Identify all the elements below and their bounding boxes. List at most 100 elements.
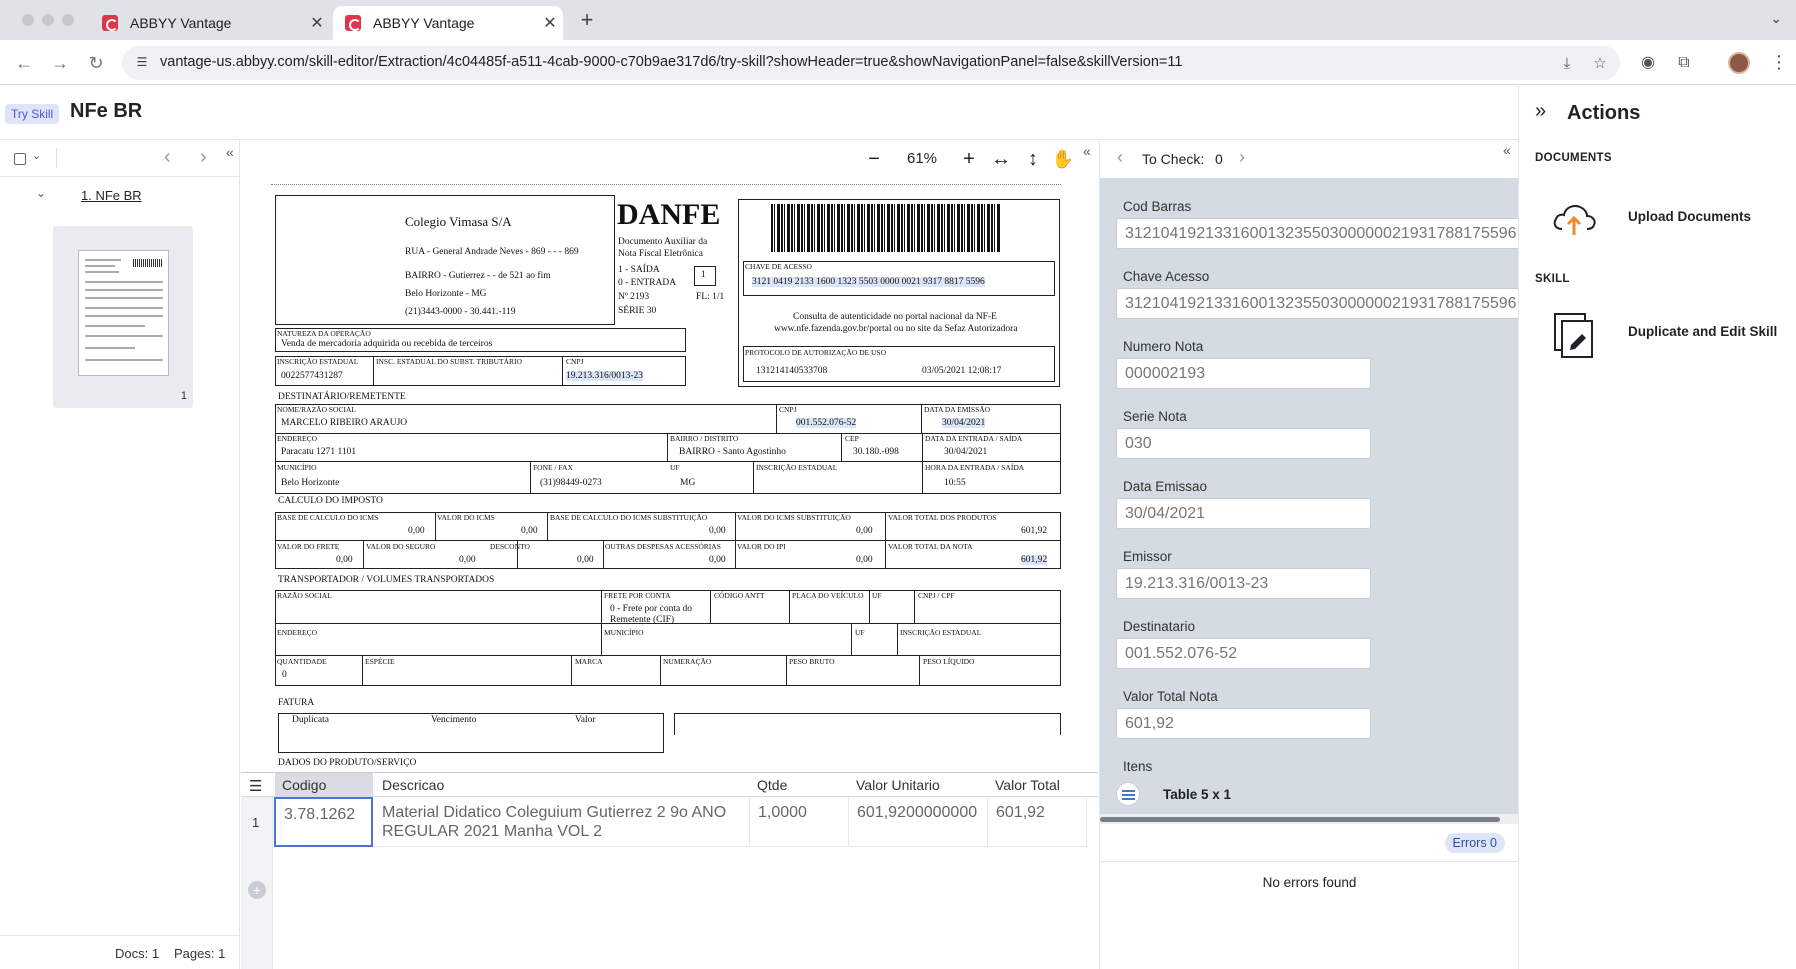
dest-cnpj-value[interactable]: 001.552.076-52 [796,418,857,428]
row-number: 1 [252,815,260,830]
column-header-qtde[interactable]: Qtde [757,777,787,793]
window-minimize-button[interactable] [42,14,54,26]
pan-hand-icon[interactable]: ✋ [1051,147,1075,171]
emissao-label: DATA DA EMISSÃO [924,405,991,414]
collapse-fields-icon[interactable]: « [1503,142,1511,158]
tab-close-icon[interactable]: ✕ [304,13,330,33]
tab-title: ABBYY Vantage [130,15,232,31]
emitter-district: BAIRRO - Gutierrez - - de 521 ao fim [405,271,551,281]
field-input-valor-total-nota[interactable]: 601,92 [1116,708,1371,739]
field-input-data-emissao[interactable]: 30/04/2021 [1116,498,1371,529]
itens-table-link[interactable]: Table 5 x 1 [1163,787,1231,802]
upload-documents-action[interactable]: Upload Documents [1519,189,1796,249]
tab-close-icon[interactable]: ✕ [537,13,563,33]
collapse-viewer-icon[interactable]: « [1083,143,1091,159]
cell-valor-unitario[interactable]: 601,9200000000 [849,797,988,847]
zoom-out-icon[interactable]: − [862,147,886,171]
next-field-icon[interactable]: › [1239,147,1245,168]
endereco-label: ENDEREÇO [277,434,317,443]
access-key-value[interactable]: 3121 0419 2133 1600 1323 5503 0000 0021 … [752,277,985,287]
profile-avatar[interactable] [1728,52,1750,74]
nome-label: NOME/RAZÃO SOCIAL [277,405,356,414]
v-icms-label: VALOR DO ICMS [437,513,495,522]
reload-icon[interactable]: ↻ [84,51,108,75]
cnpj-label: CNPJ [566,357,584,366]
consulta-line-2: www.nfe.fazenda.gov.br/portal ou no site… [774,324,1018,334]
fatura-box-2 [674,713,1061,735]
select-all-checkbox[interactable] [14,153,26,165]
bairro-value: BAIRRO - Santo Agostinho [679,447,786,457]
select-menu-chevron-icon[interactable]: ⌄ [32,149,41,162]
duplicate-edit-skill-action[interactable]: Duplicate and Edit Skill [1519,304,1796,364]
window-close-button[interactable] [22,14,34,26]
column-header-descricao[interactable]: Descricao [382,777,444,793]
danfe-subtitle-1: Documento Auxiliar da [618,237,708,247]
next-document-icon[interactable]: › [200,146,207,169]
numeracao-label: NUMERAÇÃO [663,657,712,666]
browser-menu-icon[interactable]: ⋮ [1770,52,1788,73]
zoom-level[interactable]: 61% [907,150,937,167]
abbyy-favicon-icon [345,15,361,31]
cnpj-value[interactable]: 19.213.316/0013-23 [566,371,644,381]
address-bar[interactable]: ☰ vantage-us.abbyy.com/skill-editor/Extr… [122,46,1620,80]
expand-actions-icon[interactable]: » [1535,100,1546,123]
previous-field-icon[interactable]: ‹ [1117,147,1123,168]
field-input-serie-nota[interactable]: 030 [1116,428,1371,459]
column-header-codigo[interactable]: Codigo [282,777,326,793]
install-app-icon[interactable]: ⤓ [1557,54,1577,74]
frete-label: VALOR DO FRETE [277,542,340,551]
forward-icon[interactable]: → [48,51,72,75]
browser-tab-1[interactable]: ABBYY Vantage ✕ [90,6,330,40]
fit-width-icon[interactable]: ↔ [989,147,1013,171]
field-input-cod-barras[interactable]: 3121041921331600132355030000002193178817… [1116,218,1519,249]
emissao-value[interactable]: 30/04/2021 [942,418,986,428]
field-input-destinatario[interactable]: 001.552.076-52 [1116,638,1371,669]
frete-conta-value: 0 - Frete por conta do [610,604,693,614]
protocol-value: 131214140533708 [756,366,828,376]
cell-valor-total[interactable]: 601,92 [988,797,1087,847]
add-row-icon[interactable]: + [248,881,266,899]
collapse-left-panel-icon[interactable]: « [226,144,234,160]
column-header-valor-total[interactable]: Valor Total [995,777,1060,793]
v-nota-value[interactable]: 601,92 [1021,555,1048,565]
errors-badge[interactable]: Errors 0 [1444,833,1505,853]
new-tab-icon[interactable]: + [575,8,599,32]
cell-codigo[interactable]: 3.78.1262 [274,797,373,847]
zoom-in-icon[interactable]: + [957,147,981,171]
seguro-value: 0,00 [459,555,476,565]
fit-height-icon[interactable]: ↕ [1021,147,1045,171]
transp-ie-label: INSCRIÇÃO ESTADUAL [900,628,982,637]
expand-chevron-icon[interactable]: ⌄ [36,186,46,200]
document-name[interactable]: 1. NFe BR [81,188,142,203]
previous-document-icon[interactable]: ‹ [164,146,171,169]
field-label-serie-nota: Serie Nota [1123,409,1187,424]
field-input-numero-nota[interactable]: 000002193 [1116,358,1371,389]
iest-label: INSC. ESTADUAL DO SUBST. TRIBUTÁRIO [376,357,522,366]
page-thumbnail[interactable]: 1 [53,226,193,408]
field-input-chave-acesso[interactable]: 3121041921331600132355030000002193178817… [1116,288,1519,319]
back-icon[interactable]: ← [12,51,36,75]
hora-value: 10:55 [944,478,966,488]
table-icon[interactable] [1116,782,1140,806]
camera-extension-icon[interactable]: ◉ [1637,52,1659,74]
extensions-puzzle-icon[interactable]: ⧉ [1673,52,1695,74]
protocol-date: 03/05/2021 12:08:17 [922,366,1002,376]
table-menu-icon[interactable]: ☰ [249,777,262,795]
cell-qtde[interactable]: 1,0000 [750,797,849,847]
fields-horizontal-scrollbar[interactable] [1100,814,1519,824]
document-list-item[interactable]: ⌄ 1. NFe BR [0,184,240,208]
v-st-value: 0,00 [856,526,873,536]
column-header-valor-unitario[interactable]: Valor Unitario [856,777,940,793]
tab-search-chevron-icon[interactable]: ⌄ [1770,10,1782,27]
window-zoom-button[interactable] [62,14,74,26]
browser-tab-2[interactable]: ABBYY Vantage ✕ [333,6,563,40]
marca-label: MARCA [575,657,603,666]
v-prod-label: VALOR TOTAL DOS PRODUTOS [888,513,997,522]
cell-descricao[interactable]: Material Didatico Coleguium Gutierrez 2 … [374,797,750,847]
site-info-icon[interactable]: ☰ [134,55,150,71]
especie-label: ESPÉCIE [365,657,395,666]
bookmark-star-icon[interactable]: ☆ [1590,54,1610,74]
ipi-label: VALOR DO IPI [737,542,786,551]
fields-toolbar: ‹ To Check: 0 › « [1100,140,1519,178]
field-input-emissor[interactable]: 19.213.316/0013-23 [1116,568,1371,599]
